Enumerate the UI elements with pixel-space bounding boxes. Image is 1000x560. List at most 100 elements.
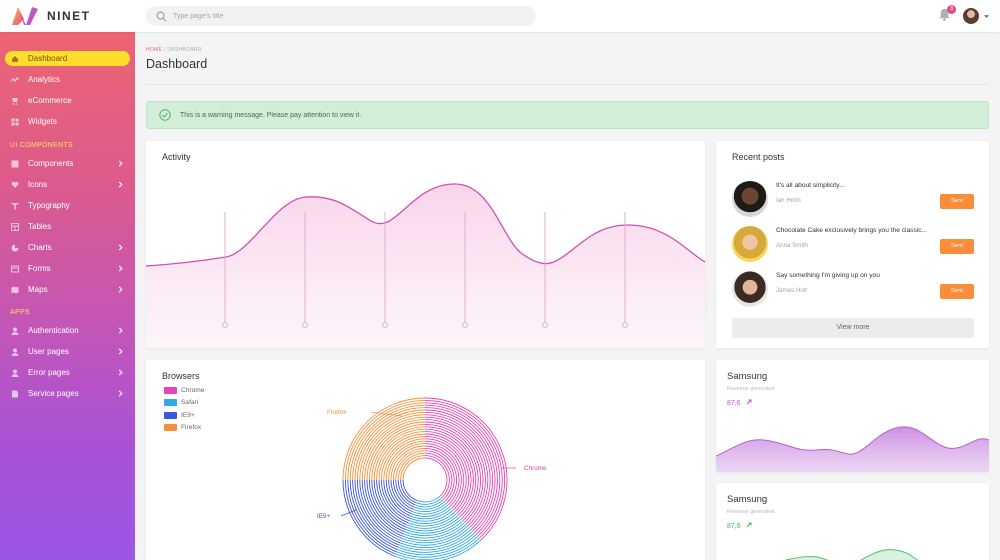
avatar bbox=[732, 181, 768, 217]
document-icon bbox=[12, 390, 18, 397]
sidebar-item-typography[interactable]: Typography bbox=[5, 198, 130, 213]
check-circle-icon bbox=[159, 109, 171, 121]
search-bar[interactable] bbox=[146, 6, 536, 26]
samsung-sparkline bbox=[716, 426, 989, 472]
sidebar-item-label: Dashboard bbox=[28, 54, 68, 63]
sidebar-item-label: Forms bbox=[28, 264, 51, 273]
post-author: Ian Holm bbox=[776, 197, 801, 204]
sidebar-item-user-pages[interactable]: User pages bbox=[5, 344, 130, 359]
sidebar-item-authentication[interactable]: Authentication bbox=[5, 323, 130, 338]
sidebar-item-label: eCommerce bbox=[28, 96, 72, 105]
post-author: James Holt bbox=[776, 287, 807, 294]
pie-slice-safari[interactable] bbox=[394, 495, 482, 560]
chevron-right-icon bbox=[118, 181, 123, 188]
sidebar-item-label: Tables bbox=[28, 222, 52, 231]
chevron-down-icon[interactable] bbox=[983, 13, 990, 20]
chevron-right-icon bbox=[118, 286, 123, 293]
sidebar-item-icons[interactable]: Icons bbox=[5, 177, 130, 192]
sent-button[interactable]: Sent bbox=[940, 284, 974, 299]
search-icon bbox=[156, 11, 167, 21]
chevron-right-icon bbox=[118, 160, 123, 167]
browsers-card: Browsers Chrome Safari IE9+ Firefox Fire… bbox=[146, 360, 705, 560]
activity-marker-point bbox=[302, 322, 308, 328]
divider bbox=[146, 84, 989, 85]
user-icon bbox=[11, 369, 19, 377]
samsung-revenue-card-2: Samsung Revenue generated 87,6 bbox=[716, 483, 989, 560]
heart-icon bbox=[11, 181, 19, 188]
pie-center bbox=[404, 459, 446, 501]
post-author: Anna Smith bbox=[776, 242, 808, 249]
activity-marker-point bbox=[622, 322, 628, 328]
post-item: It's all about simplicity... Ian Holm Se… bbox=[732, 179, 974, 219]
breadcrumb-home[interactable]: HOME bbox=[146, 47, 162, 53]
sidebar-item-ecommerce[interactable]: eCommerce bbox=[5, 93, 130, 108]
search-input[interactable] bbox=[173, 12, 513, 20]
warning-alert: This is a warning message. Please pay at… bbox=[146, 101, 989, 129]
brand-name: NINET bbox=[47, 9, 91, 23]
analytics-icon bbox=[11, 76, 19, 82]
chevron-right-icon bbox=[118, 390, 123, 397]
sidebar-item-maps[interactable]: Maps bbox=[5, 282, 130, 297]
forms-icon bbox=[11, 265, 19, 272]
alert-text: This is a warning message. Please pay at… bbox=[180, 111, 362, 119]
post-title[interactable]: Chocolate Cake exclusively brings you th… bbox=[776, 227, 927, 234]
browsers-pie-chart bbox=[340, 397, 516, 560]
sent-button[interactable]: Sent bbox=[940, 239, 974, 254]
recent-posts-title: Recent posts bbox=[732, 152, 785, 162]
sent-button[interactable]: Sent bbox=[940, 194, 974, 209]
widgets-icon bbox=[11, 118, 19, 125]
user-avatar[interactable] bbox=[963, 8, 979, 24]
activity-card: Activity bbox=[146, 141, 705, 348]
notification-badge: 3 bbox=[947, 5, 956, 14]
activity-marker-point bbox=[222, 322, 228, 328]
sidebar-item-label: Authentication bbox=[28, 326, 79, 335]
post-title[interactable]: Say something I'm giving up on you bbox=[776, 272, 880, 279]
page-title: Dashboard bbox=[146, 57, 208, 71]
sidebar-item-error-pages[interactable]: Error pages bbox=[5, 365, 130, 380]
brand[interactable]: NINET bbox=[10, 5, 91, 27]
view-more-button[interactable]: View more bbox=[732, 318, 974, 338]
pie-label-ie: IE9+ bbox=[317, 513, 331, 520]
sidebar-item-forms[interactable]: Forms bbox=[5, 261, 130, 276]
sidebar-item-label: Maps bbox=[28, 285, 48, 294]
activity-area bbox=[146, 183, 705, 348]
typography-icon bbox=[11, 202, 19, 209]
samsung-sparkline-2 bbox=[784, 549, 919, 560]
sidebar-item-tables[interactable]: Tables bbox=[5, 219, 130, 234]
brand-logo-icon bbox=[12, 7, 38, 25]
pie-label-firefox: Firefox bbox=[327, 409, 347, 416]
sidebar-item-label: Charts bbox=[28, 243, 52, 252]
sidebar-section-ui-components: UI COMPONENTS bbox=[10, 142, 74, 149]
sidebar-item-service-pages[interactable]: Service pages bbox=[5, 386, 130, 401]
sidebar-item-analytics[interactable]: Analytics bbox=[5, 72, 130, 87]
sidebar-item-label: Widgets bbox=[28, 117, 57, 126]
chevron-right-icon bbox=[118, 327, 123, 334]
pie-chart-icon bbox=[11, 244, 19, 251]
home-icon bbox=[12, 55, 18, 62]
components-icon bbox=[11, 160, 19, 167]
sidebar-item-label: Typography bbox=[28, 201, 70, 210]
breadcrumb: HOME / DASHBOARD bbox=[146, 47, 202, 53]
activity-marker-point bbox=[462, 322, 468, 328]
sidebar-item-widgets[interactable]: Widgets bbox=[5, 114, 130, 129]
sidebar-item-components[interactable]: Components bbox=[5, 156, 130, 171]
map-icon bbox=[11, 286, 19, 293]
pie-label-chrome: Chrome bbox=[524, 465, 547, 472]
avatar bbox=[732, 226, 768, 262]
sidebar-item-dashboard[interactable]: Dashboard bbox=[5, 51, 130, 66]
activity-marker-point bbox=[542, 322, 548, 328]
tables-icon bbox=[11, 222, 19, 231]
sidebar-item-label: Analytics bbox=[28, 75, 61, 84]
sidebar: Dashboard Analytics eCommerce Widgets UI… bbox=[0, 32, 135, 560]
sidebar-item-label: Service pages bbox=[28, 389, 79, 398]
sidebar-item-label: User pages bbox=[28, 347, 69, 356]
sidebar-item-label: Components bbox=[28, 159, 74, 168]
chevron-right-icon bbox=[118, 369, 123, 376]
user-icon bbox=[11, 348, 19, 356]
post-item: Chocolate Cake exclusively brings you th… bbox=[732, 224, 974, 264]
sidebar-item-charts[interactable]: Charts bbox=[5, 240, 130, 255]
sidebar-item-label: Error pages bbox=[28, 368, 70, 377]
top-bar: NINET 3 bbox=[0, 0, 1000, 32]
post-title[interactable]: It's all about simplicity... bbox=[776, 182, 845, 189]
user-icon bbox=[11, 327, 19, 335]
